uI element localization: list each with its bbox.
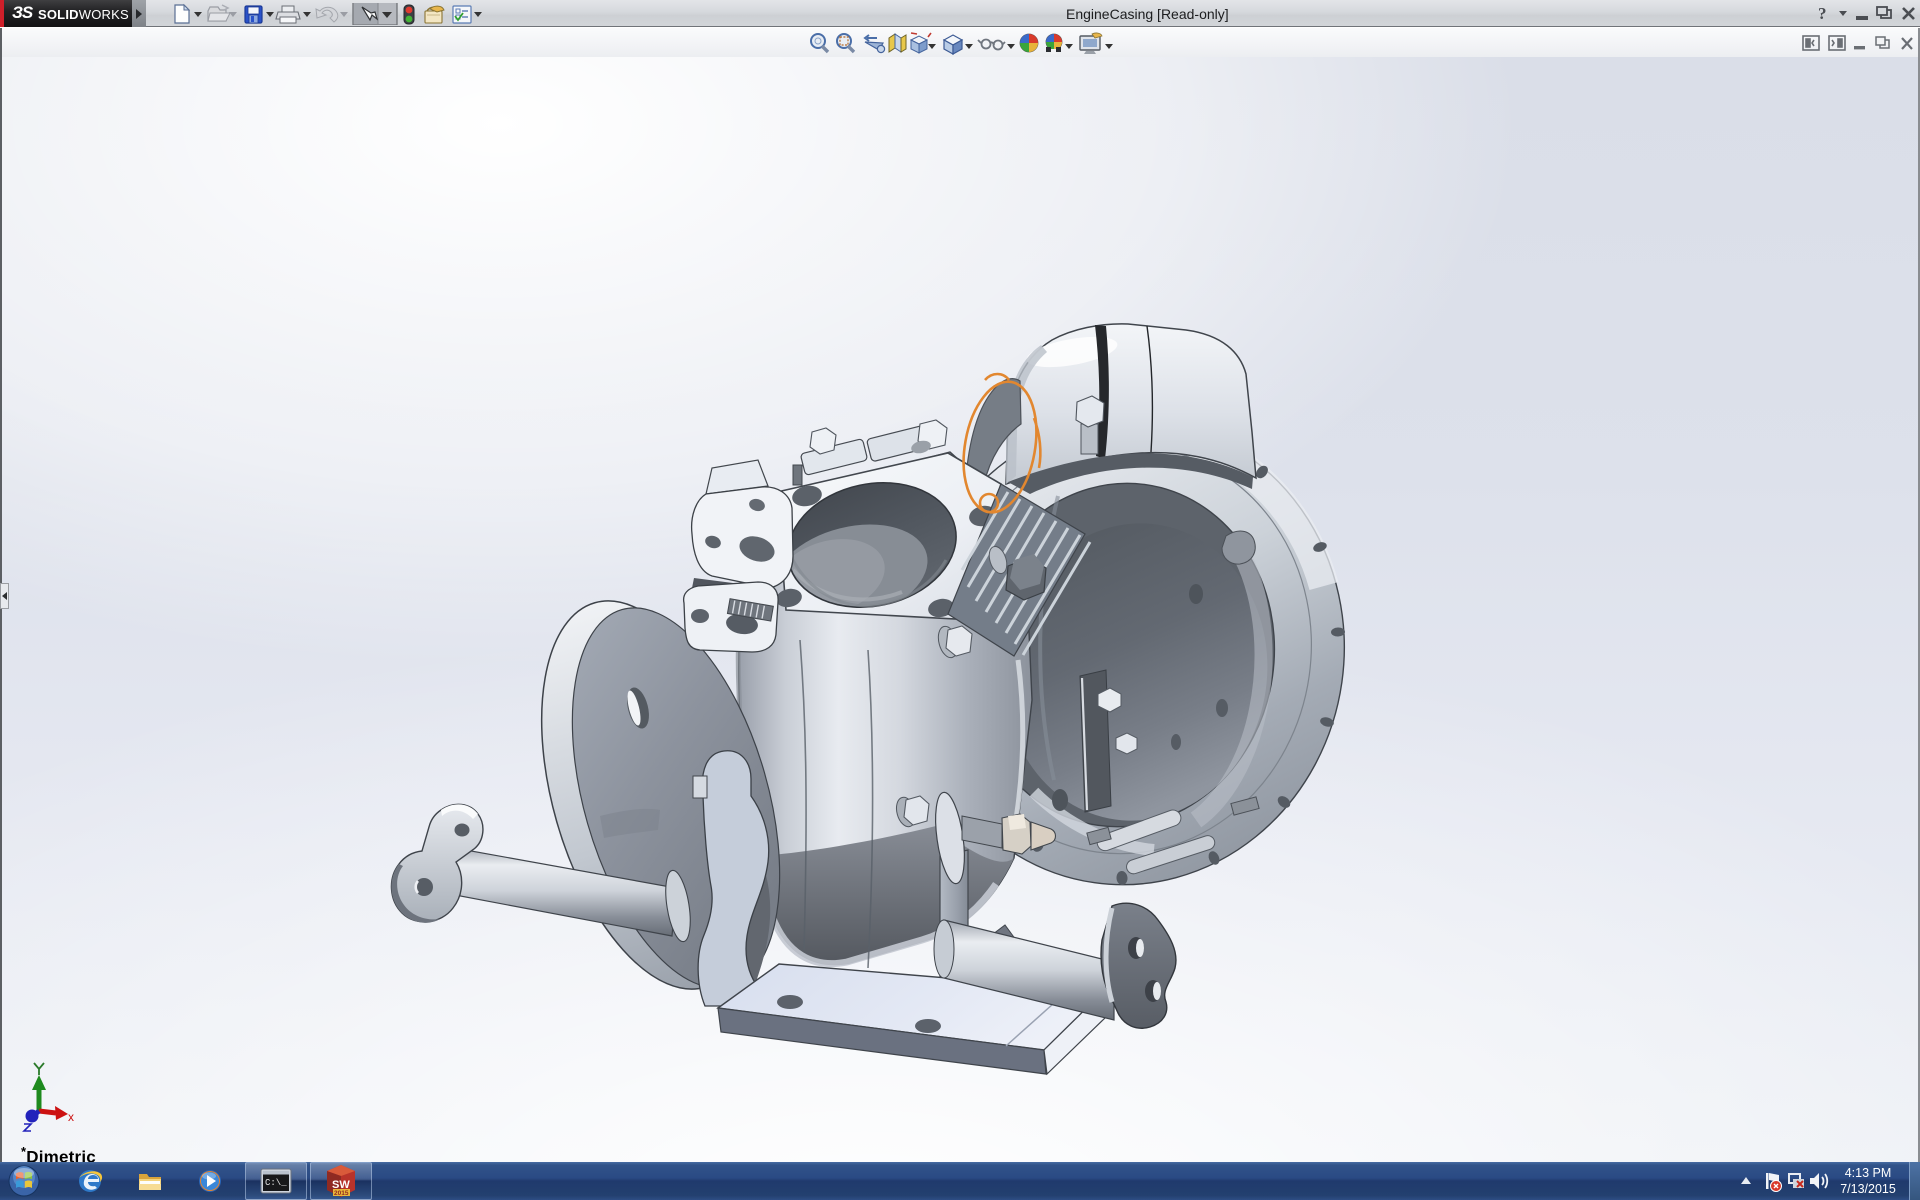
svg-text:2015: 2015 <box>334 1190 349 1197</box>
svg-text:?: ? <box>1818 4 1827 23</box>
svg-text:x: x <box>68 1110 74 1124</box>
svg-text:C:\_: C:\_ <box>265 1178 287 1188</box>
